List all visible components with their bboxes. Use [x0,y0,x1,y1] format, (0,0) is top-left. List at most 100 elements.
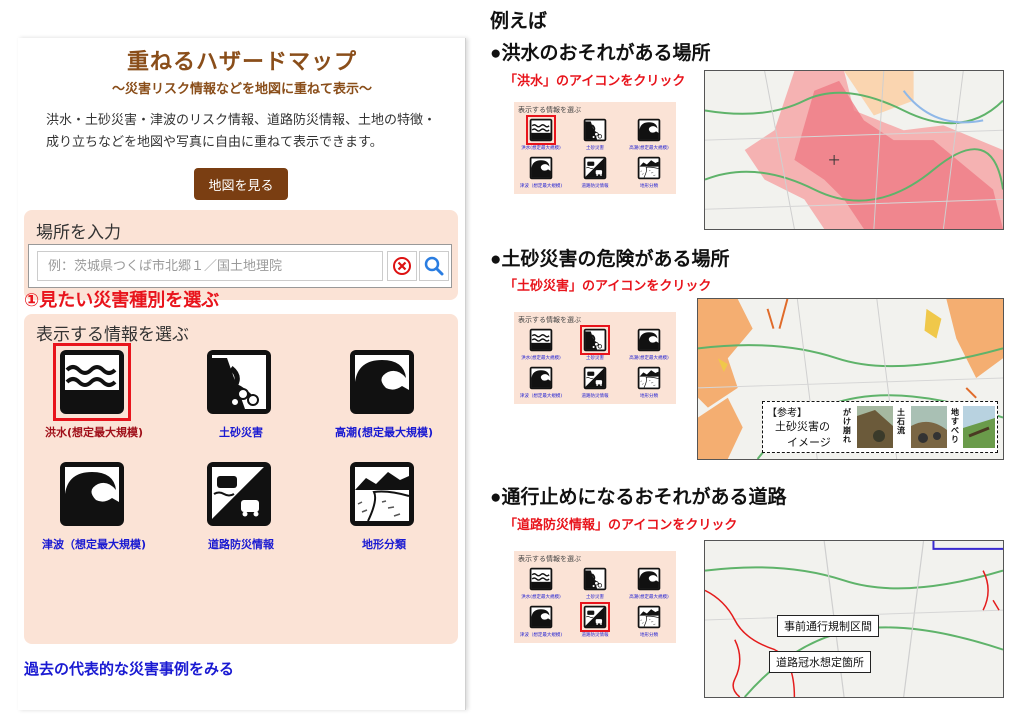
info-select-section: 表示する情報を選ぶ 洪水(想定最大規模) 土砂災害 高潮(想定最大規模) 津波（… [24,314,458,644]
storm-surge-icon [637,118,661,142]
mini-label: 道路防災情報 [581,184,609,189]
road-icon [583,156,607,180]
layer-flood[interactable]: 洪水(想定最大規模) [24,343,164,448]
mini-terrain: 地形分類 [624,605,674,645]
info-heading: 表示する情報を選ぶ [36,325,189,345]
mini-flood: 洪水(想定最大規模) [516,115,566,158]
mini-label: 高潮(想定最大規模) [629,356,669,361]
mini-label: 津波（想定最大規模) [519,633,563,638]
mini-label: 土砂災害 [586,595,604,600]
example-heading-road: ●通行止めになるおそれがある道路 [490,487,787,508]
flood-icon [529,328,553,352]
mini-label: 道路防災情報 [581,394,609,399]
flood-map-image [704,70,1004,230]
mini-terrain: 地形分類 [624,366,674,406]
landslide-icon [580,325,610,355]
panel-title: 重ねるハザードマップ [126,50,357,75]
flood-icon [529,567,553,591]
mini-flood: 洪水(想定最大規模) [516,567,566,607]
examples-title: 例えば [490,11,548,32]
mini-panel-flood: 表示する情報を選ぶ 洪水(想定最大規模) 土砂災害 高潮(想定最大規模) 津波（… [514,102,676,194]
mini-road: 道路防災情報 [570,366,620,406]
landslide-icon [583,567,607,591]
step-1-label: ①見たい災害種別を選ぶ [24,290,220,311]
road-icon [583,366,607,390]
mini-heading: 表示する情報を選ぶ [518,555,581,563]
mini-label: 洪水(想定最大規模) [521,146,561,151]
landslide-map-image: 【参考】 土砂災害の イメージ がけ崩れ 土石流 地すべり [697,298,1004,460]
layer-road[interactable]: 道路防災情報 [171,460,311,560]
landslip-illustration [963,406,995,448]
mini-landslide: 土砂災害 [570,325,620,368]
sample-type-label: がけ崩れ [843,408,851,444]
search-bar [28,244,452,288]
layer-label: 洪水(想定最大規模) [44,426,144,439]
mini-label: 地形分類 [640,184,658,189]
mini-heading: 表示する情報を選ぶ [518,106,581,114]
layer-storm-surge[interactable]: 高潮(想定最大規模) [314,348,454,448]
layer-label: 道路防災情報 [208,538,274,551]
layer-label: 津波（想定最大規模) [41,538,147,551]
view-map-button[interactable]: 地図を見る [194,168,288,200]
layer-landslide[interactable]: 土砂災害 [171,348,311,448]
layer-label: 土砂災害 [219,426,263,439]
location-search-input[interactable] [37,251,383,281]
landslide-sample-box: 【参考】 土砂災害の イメージ がけ崩れ 土石流 地すべり [762,401,998,453]
tsunami-icon [529,605,553,629]
storm-surge-icon [637,328,661,352]
panel-subtitle: ～災害リスク情報などを地図に重ねて表示～ [111,82,372,97]
road-icon [580,602,610,632]
landslide-icon [205,348,273,416]
layer-label: 高潮(想定最大規模) [334,426,434,439]
layer-tsunami[interactable]: 津波（想定最大規模) [24,460,164,560]
mini-label: 津波（想定最大規模) [519,394,563,399]
sample-text-2: イメージ [787,436,831,449]
terrain-icon [637,605,661,629]
sample-type-label: 土石流 [897,408,905,435]
past-disasters-link[interactable]: 過去の代表的な災害事例をみる [24,658,234,679]
search-button[interactable] [419,251,449,281]
flood-icon [526,115,556,145]
callout-road-flooding: 道路冠水想定箇所 [769,651,871,673]
callout-prior-regulation: 事前通行規制区間 [777,615,879,637]
tsunami-icon [529,366,553,390]
mini-heading: 表示する情報を選ぶ [518,316,581,324]
landslide-icon [583,118,607,142]
tsunami-icon [58,460,126,528]
layer-terrain[interactable]: 地形分類 [314,460,454,560]
mini-storm-surge: 高潮(想定最大規模) [624,328,674,368]
mini-label: 高潮(想定最大規模) [629,146,669,151]
mini-label: 洪水(想定最大規模) [521,356,561,361]
terrain-icon [637,156,661,180]
clear-icon [393,257,411,275]
storm-surge-icon [637,567,661,591]
storm-surge-icon [348,348,416,416]
mini-tsunami: 津波（想定最大規模) [516,605,566,645]
example-heading-flood: ●洪水のおそれがある場所 [490,43,711,64]
mini-storm-surge: 高潮(想定最大規模) [624,118,674,158]
mini-tsunami: 津波（想定最大規模) [516,156,566,196]
example-heading-landslide: ●土砂災害の危険がある場所 [490,249,730,270]
sample-text-1: 土砂災害の [775,420,830,433]
terrain-icon [637,366,661,390]
mini-storm-surge: 高潮(想定最大規模) [624,567,674,607]
search-icon [424,256,444,276]
mini-panel-road: 表示する情報を選ぶ 洪水(想定最大規模) 土砂災害 高潮(想定最大規模) 津波（… [514,551,676,643]
mini-tsunami: 津波（想定最大規模) [516,366,566,406]
mini-label: 地形分類 [640,394,658,399]
mini-label: 土砂災害 [586,146,604,151]
hazard-map-panel: 重ねるハザードマップ ～災害リスク情報などを地図に重ねて表示～ 洪水・土砂災害・… [18,38,466,710]
mini-label: 道路防災情報 [581,633,609,638]
debris-flow-illustration [911,406,947,448]
tsunami-icon [529,156,553,180]
mini-label: 地形分類 [640,633,658,638]
road-map-image: 事前通行規制区間 道路冠水想定箇所 [704,540,1004,698]
sample-ref-label: 【参考】 [767,408,807,419]
mini-landslide: 土砂災害 [570,567,620,607]
clear-button[interactable] [387,251,417,281]
cliff-collapse-illustration [857,406,893,448]
flood-icon [53,343,131,421]
location-heading: 場所を入力 [36,223,121,243]
mini-label: 津波（想定最大規模) [519,184,563,189]
example-instruction-flood: 「洪水」のアイコンをクリック [504,73,686,88]
